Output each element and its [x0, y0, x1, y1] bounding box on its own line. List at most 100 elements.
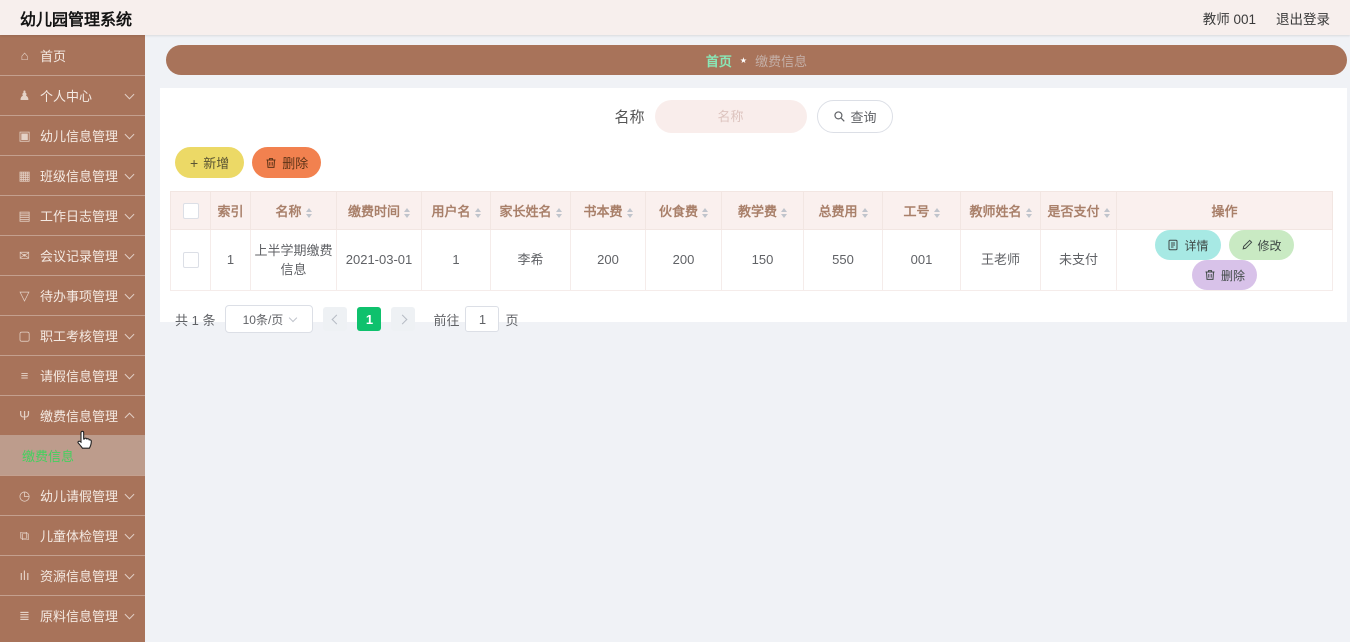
sidebar-item-work-log[interactable]: ▤ 工作日志管理	[0, 195, 145, 235]
sidebar-item-payment-info[interactable]: Ψ 缴费信息管理	[0, 395, 145, 435]
chevron-down-icon	[289, 313, 298, 323]
add-button[interactable]: + 新增	[175, 147, 245, 178]
sort-desc-icon	[781, 213, 787, 218]
sort-caret-icon[interactable]	[1025, 207, 1032, 218]
delete-icon	[1204, 269, 1216, 281]
column-header-label: 教学费	[737, 204, 777, 219]
column-header-label: 家长姓名	[499, 204, 552, 219]
sort-desc-icon	[474, 213, 481, 218]
chevron-right-icon	[397, 314, 408, 324]
table-row: 1 上半学期缴费信息 2021-03-01 1 李希 200 200 150 550 001 王老师…	[170, 229, 1333, 291]
sort-caret-icon[interactable]	[702, 207, 708, 218]
row-checkbox[interactable]	[182, 252, 199, 268]
chevron-down-icon	[124, 569, 135, 579]
column-header-username[interactable]: 用户名	[421, 191, 491, 230]
sidebar-item-checkup[interactable]: ⧉ 儿童体检管理	[0, 515, 145, 555]
goto-label: 前往	[433, 312, 460, 328]
sidebar-item-class-info[interactable]: ▦ 班级信息管理	[0, 155, 145, 195]
cell-paid: 未支付	[1040, 229, 1117, 291]
column-header-paid[interactable]: 是否支付	[1040, 191, 1117, 230]
goto-page-input[interactable]	[465, 306, 500, 332]
sort-caret-icon[interactable]	[781, 207, 787, 218]
column-header-meal_fee[interactable]: 伙食费	[645, 191, 722, 230]
edit-icon	[1241, 239, 1253, 251]
sidebar-item-leave-info[interactable]: ≡ 请假信息管理	[0, 355, 145, 395]
chevron-down-icon	[124, 209, 135, 219]
chevron-down-icon	[124, 289, 135, 299]
payment-table: 索引 名称 缴费时间 用户名 家长姓名 书本费 伙食费 教学费 总费用 工号 教师姓名 是否支付 操作 …	[170, 191, 1333, 291]
chevron-down-icon	[124, 329, 135, 339]
column-header-book_fee[interactable]: 书本费	[570, 191, 646, 230]
cell-total_fee: 550	[803, 229, 883, 291]
search-label: 名称	[614, 109, 645, 126]
todo-icon: ▽	[19, 287, 30, 303]
sidebar-item-meeting-record[interactable]: ✉ 会议记录管理	[0, 235, 145, 275]
sort-caret-icon[interactable]	[1103, 207, 1110, 218]
page-number-button[interactable]: 1	[357, 307, 382, 331]
sidebar-subitem-payment-info-list[interactable]: 缴费信息	[0, 435, 145, 475]
sort-desc-icon	[702, 213, 708, 218]
breadcrumb-current: 缴费信息	[755, 53, 808, 69]
sidebar-item-child-leave[interactable]: ◷ 幼儿请假管理	[0, 475, 145, 515]
sort-caret-icon[interactable]	[555, 207, 562, 218]
column-header-label: 操作	[1211, 204, 1238, 219]
sidebar-item-resource-info[interactable]: ılı 资源信息管理	[0, 555, 145, 595]
sidebar-item-todo[interactable]: ▽ 待办事项管理	[0, 275, 145, 315]
main-content: 首页 ★ 缴费信息 名称 查询 + 新增 删除	[145, 35, 1350, 642]
sidebar-item-profile[interactable]: ♟ 个人中心	[0, 75, 145, 115]
sidebar-item-label: 待办事项管理	[40, 289, 119, 304]
column-header-teacher_name[interactable]: 教师姓名	[960, 191, 1041, 230]
chevron-down-icon	[124, 89, 135, 99]
prev-page-button[interactable]	[323, 307, 348, 331]
column-header-label: 缴费时间	[347, 204, 400, 219]
edit-button[interactable]: 修改	[1228, 230, 1294, 260]
column-header-label: 总费用	[818, 204, 858, 219]
sort-desc-icon	[861, 213, 868, 218]
sidebar-item-label: 班级信息管理	[40, 169, 119, 184]
trash-icon	[265, 157, 277, 169]
sort-caret-icon[interactable]	[626, 207, 633, 218]
sidebar: ⌂ 首页 ♟ 个人中心 ▣ 幼儿信息管理 ▦ 班级信息管理 ▤ 工作日志管理 ✉ 会议记录管理 ▽ 待办事…	[0, 35, 145, 642]
column-header-name[interactable]: 名称	[250, 191, 337, 230]
sort-asc-icon	[404, 207, 410, 212]
column-header-label: 名称	[275, 204, 302, 219]
sort-caret-icon[interactable]	[933, 207, 940, 218]
row-delete-button[interactable]: 删除	[1191, 260, 1257, 290]
column-header-parent_name[interactable]: 家长姓名	[490, 191, 571, 230]
page-size-select[interactable]: 10条/页	[225, 305, 314, 333]
sidebar-item-staff-assessment[interactable]: ▢ 职工考核管理	[0, 315, 145, 355]
sort-caret-icon[interactable]	[861, 207, 868, 218]
cell-job_no: 001	[882, 229, 961, 291]
child-info-icon: ▣	[18, 127, 31, 143]
chevron-down-icon	[124, 609, 135, 619]
sidebar-item-material-info[interactable]: ≣ 原料信息管理	[0, 595, 145, 635]
sort-caret-icon[interactable]	[474, 207, 481, 218]
sort-asc-icon	[781, 207, 787, 212]
sidebar-item-home[interactable]: ⌂ 首页	[0, 35, 145, 75]
select-all-checkbox[interactable]	[182, 202, 199, 219]
sidebar-item-child-info[interactable]: ▣ 幼儿信息管理	[0, 115, 145, 155]
breadcrumb-home[interactable]: 首页	[706, 51, 732, 70]
sort-caret-icon[interactable]	[305, 207, 312, 218]
chevron-down-icon	[124, 369, 135, 379]
goto-suffix: 页	[505, 312, 519, 328]
sort-caret-icon[interactable]	[404, 207, 410, 218]
next-page-button[interactable]	[391, 307, 416, 331]
column-header-job_no[interactable]: 工号	[882, 191, 961, 230]
delete-button[interactable]: 删除	[252, 147, 322, 178]
sort-desc-icon	[626, 213, 633, 218]
sort-desc-icon	[404, 213, 410, 218]
search-button[interactable]: 查询	[816, 100, 893, 133]
search-input[interactable]	[654, 100, 807, 133]
column-header-teaching_fee[interactable]: 教学费	[721, 191, 804, 230]
home-icon: ⌂	[20, 47, 29, 63]
column-header-total_fee[interactable]: 总费用	[803, 191, 883, 230]
sort-asc-icon	[1025, 207, 1032, 212]
detail-button[interactable]: 详情	[1155, 230, 1221, 260]
child-leave-icon: ◷	[18, 487, 31, 503]
column-header-pay_time[interactable]: 缴费时间	[336, 191, 422, 230]
app-header: 幼儿园管理系统 教师 001 退出登录	[0, 0, 1350, 35]
add-button-label: 新增	[203, 156, 230, 171]
logout-link[interactable]: 退出登录	[1276, 8, 1330, 28]
search-button-label: 查询	[850, 110, 877, 125]
